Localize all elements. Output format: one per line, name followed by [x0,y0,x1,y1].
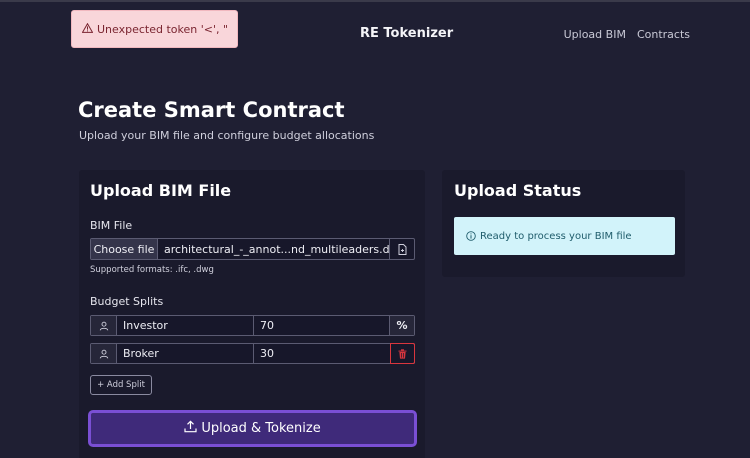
split-name-input[interactable]: Investor [117,316,254,335]
top-border [0,0,750,2]
info-icon [466,231,476,241]
upload-card-title: Upload BIM File [90,181,232,200]
choose-file-button[interactable]: Choose file [91,239,158,259]
warning-icon [81,22,94,36]
user-icon [91,316,117,335]
split-percent-input[interactable]: 30 [254,344,390,363]
budget-splits-label: Budget Splits [90,295,164,308]
file-input[interactable]: Choose file architectural_-_annot...nd_m… [90,238,415,260]
file-icon[interactable] [389,239,414,259]
upload-button-label: Upload & Tokenize [201,421,321,436]
status-card-title: Upload Status [454,181,582,200]
status-message-box: Ready to process your BIM file [454,217,675,255]
error-toast: Unexpected token '<', " [71,10,238,48]
status-message: Ready to process your BIM file [480,230,632,242]
upload-tokenize-button[interactable]: Upload & Tokenize [88,410,417,447]
page-subtitle: Upload your BIM file and configure budge… [79,129,375,142]
delete-split-button[interactable] [390,343,415,364]
split-row-investor: Investor 70 % [90,315,415,336]
selected-file-name: architectural_-_annot...nd_multileaders.… [164,242,389,256]
split-percent-input[interactable]: 70 [254,316,389,335]
app-title: RE Tokenizer [360,26,454,41]
split-name-input[interactable]: Broker [117,344,254,363]
bim-file-label: BIM File [90,219,133,232]
top-nav: Upload BIM Contracts [564,28,690,41]
nav-contracts[interactable]: Contracts [637,28,690,41]
upload-icon [184,420,197,437]
nav-upload-bim[interactable]: Upload BIM [564,28,626,41]
trash-icon [398,344,407,363]
page-title: Create Smart Contract [78,98,345,122]
error-message: Unexpected token '<', " [97,22,229,36]
add-split-button[interactable]: + Add Split [90,375,152,395]
user-icon [91,344,117,363]
percent-suffix: % [389,316,414,335]
split-row-broker: Broker 30 [90,343,415,364]
supported-formats-hint: Supported formats: .ifc, .dwg [90,265,214,275]
